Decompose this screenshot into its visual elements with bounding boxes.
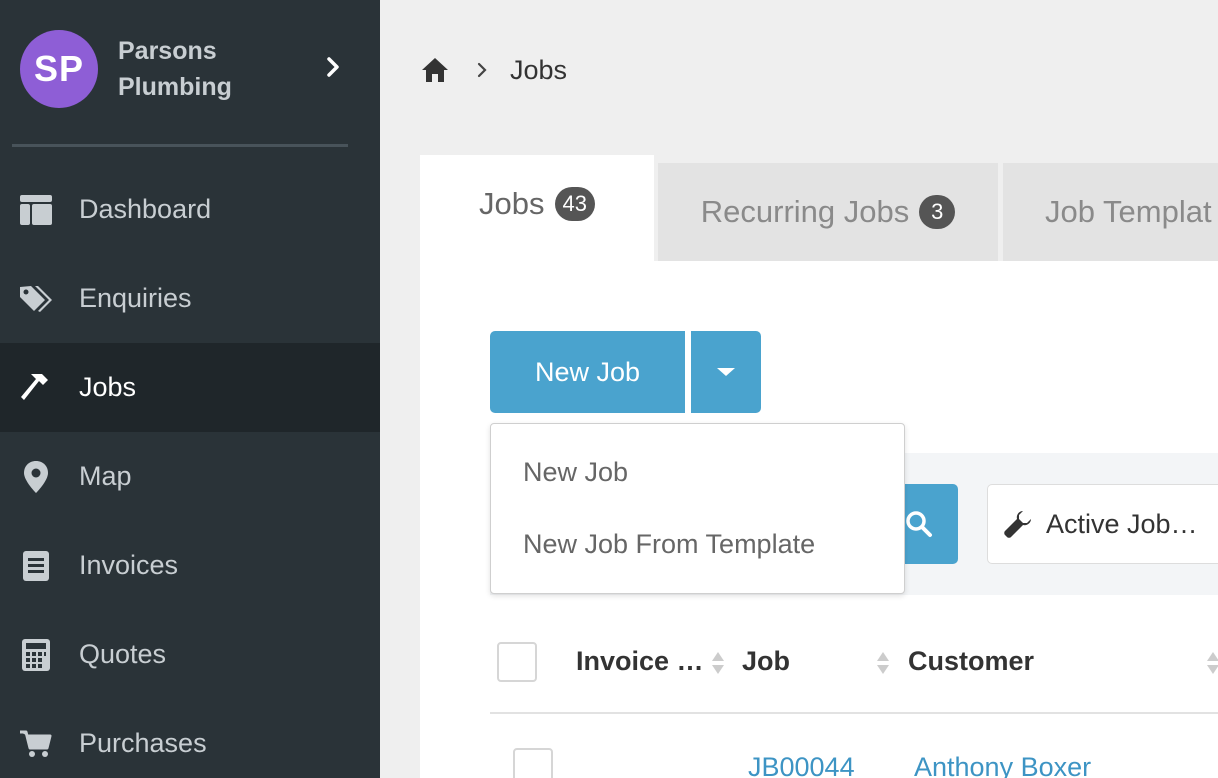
sidebar-item-jobs[interactable]: Jobs	[0, 343, 380, 432]
count-badge: 43	[554, 187, 595, 221]
sort-icon[interactable]	[876, 650, 890, 676]
sidebar-item-dashboard[interactable]: Dashboard	[0, 165, 380, 254]
table-header: Invoice … Job Customer	[490, 622, 1218, 714]
sidebar-item-label: Enquiries	[79, 283, 192, 313]
filter-value: Active Job…	[1046, 508, 1198, 539]
table-row: JB00044 Anthony Boxer	[490, 716, 1218, 778]
map-pin-icon	[24, 460, 48, 493]
sidebar-item-label: Map	[79, 461, 132, 491]
breadcrumb-current: Jobs	[510, 54, 568, 85]
tags-icon	[20, 285, 52, 312]
search-icon	[906, 511, 932, 537]
sidebar-item-label: Invoices	[79, 550, 179, 580]
calculator-icon	[22, 638, 50, 671]
menu-item-new-job[interactable]: New Job	[523, 457, 628, 488]
sidebar-item-label: Jobs	[79, 372, 137, 402]
sidebar-item-enquiries[interactable]: Enquiries	[0, 254, 380, 343]
tab-label: Recurring Jobs	[700, 194, 910, 229]
account-switcher[interactable]: SP Parsons Plumbing	[0, 0, 380, 140]
sidebar-item-label: Quotes	[79, 639, 167, 669]
job-status-filter[interactable]: Active Job…	[987, 484, 1218, 564]
hammer-icon	[21, 373, 48, 400]
menu-item-new-job-from-template[interactable]: New Job From Template	[523, 529, 815, 560]
sort-icon[interactable]	[1206, 650, 1218, 676]
count-badge: 3	[919, 195, 956, 229]
tab-label: Job Templat	[1045, 194, 1212, 229]
new-job-dropdown-toggle[interactable]	[691, 331, 761, 413]
tab-recurring-jobs[interactable]: Recurring Jobs 3	[658, 163, 998, 261]
tab-label: Jobs	[479, 186, 545, 221]
sidebar: SP Parsons Plumbing Dashboard Enquiries	[0, 0, 380, 778]
tab-jobs[interactable]: Jobs 43	[420, 155, 654, 261]
select-all-checkbox[interactable]	[497, 642, 537, 682]
sidebar-item-map[interactable]: Map	[0, 432, 380, 521]
wrench-icon	[1004, 511, 1031, 538]
sidebar-item-purchases[interactable]: Purchases	[0, 699, 380, 778]
row-checkbox[interactable]	[513, 748, 553, 778]
column-header-customer[interactable]: Customer	[908, 646, 1034, 677]
home-icon[interactable]	[420, 55, 450, 85]
column-header-job[interactable]: Job	[742, 646, 790, 677]
cart-icon	[20, 730, 52, 757]
account-name: Parsons Plumbing	[118, 37, 232, 101]
customer-link[interactable]: Anthony Boxer	[914, 752, 1091, 778]
sidebar-item-invoices[interactable]: Invoices	[0, 521, 380, 610]
chevron-right-icon	[327, 57, 339, 77]
column-header-invoice[interactable]: Invoice …	[576, 646, 704, 677]
sidebar-divider	[12, 144, 348, 147]
job-number-link[interactable]: JB00044	[748, 752, 855, 778]
sidebar-item-label: Purchases	[79, 728, 207, 758]
sidebar-item-quotes[interactable]: Quotes	[0, 610, 380, 699]
invoice-icon	[23, 550, 49, 581]
new-job-button[interactable]: New Job	[490, 331, 685, 413]
avatar: SP	[20, 30, 98, 108]
sidebar-item-label: Dashboard	[79, 194, 212, 224]
chevron-right-icon	[477, 62, 487, 78]
dashboard-icon	[20, 194, 52, 225]
sidebar-nav: Dashboard Enquiries Jobs Map Invoices Qu…	[0, 165, 380, 778]
caret-down-icon	[717, 368, 735, 376]
new-job-menu: New Job New Job From Template	[490, 423, 905, 594]
tab-job-templates[interactable]: Job Templat	[1003, 163, 1218, 261]
breadcrumb: Jobs	[420, 50, 567, 90]
sort-icon[interactable]	[711, 650, 725, 676]
